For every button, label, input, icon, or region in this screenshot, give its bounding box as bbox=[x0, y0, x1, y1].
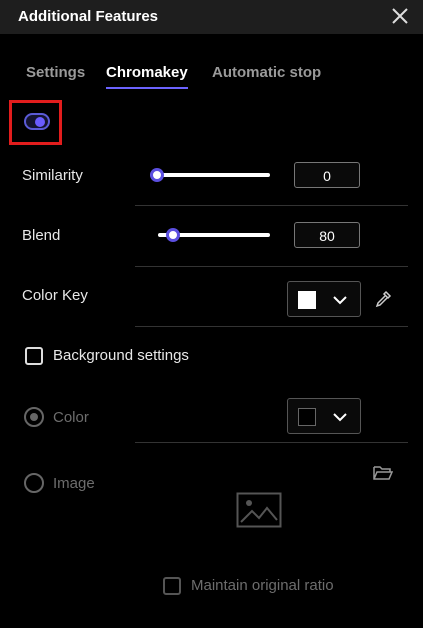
divider bbox=[135, 442, 408, 443]
toggle-knob bbox=[35, 117, 45, 127]
chevron-down-icon bbox=[333, 296, 347, 305]
background-settings-checkbox[interactable] bbox=[25, 347, 43, 365]
slider-thumb[interactable] bbox=[165, 228, 180, 242]
color-swatch bbox=[298, 291, 316, 309]
close-icon[interactable] bbox=[388, 4, 412, 28]
window-title: Additional Features bbox=[18, 8, 159, 25]
chromakey-toggle[interactable] bbox=[24, 113, 50, 130]
image-placeholder-icon bbox=[236, 492, 282, 528]
similarity-label: Similarity bbox=[22, 167, 83, 184]
color-radio[interactable] bbox=[24, 407, 44, 427]
color-key-dropdown[interactable] bbox=[287, 281, 361, 317]
slider-thumb[interactable] bbox=[150, 168, 164, 182]
tab-settings[interactable]: Settings bbox=[26, 64, 85, 87]
blend-slider[interactable] bbox=[158, 228, 270, 242]
maintain-ratio-checkbox[interactable] bbox=[163, 577, 181, 595]
chevron-down-icon bbox=[333, 413, 347, 422]
blend-label: Blend bbox=[22, 227, 61, 244]
highlight-box bbox=[9, 100, 62, 145]
similarity-slider[interactable] bbox=[150, 168, 270, 182]
folder-open-icon[interactable] bbox=[373, 464, 394, 482]
radio-dot bbox=[30, 413, 38, 421]
blend-value-input[interactable]: 80 bbox=[294, 222, 360, 248]
color-option-label: Color bbox=[53, 409, 89, 426]
background-color-dropdown[interactable] bbox=[287, 398, 361, 434]
tab-chromakey[interactable]: Chromakey bbox=[106, 64, 188, 89]
title-bar: Additional Features bbox=[0, 0, 423, 34]
divider bbox=[135, 326, 408, 327]
similarity-value-input[interactable]: 0 bbox=[294, 162, 360, 188]
divider bbox=[135, 205, 408, 206]
image-option-label: Image bbox=[53, 475, 95, 492]
slider-track bbox=[150, 173, 270, 177]
divider bbox=[135, 266, 408, 267]
background-settings-label: Background settings bbox=[53, 347, 189, 364]
image-radio[interactable] bbox=[24, 473, 44, 493]
tab-bar: Settings Chromakey Automatic stop bbox=[0, 64, 423, 92]
color-key-label: Color Key bbox=[22, 287, 88, 304]
tab-automatic-stop[interactable]: Automatic stop bbox=[212, 64, 321, 87]
maintain-ratio-label: Maintain original ratio bbox=[191, 577, 334, 594]
eyedropper-icon[interactable] bbox=[373, 289, 393, 309]
color-swatch bbox=[298, 408, 316, 426]
